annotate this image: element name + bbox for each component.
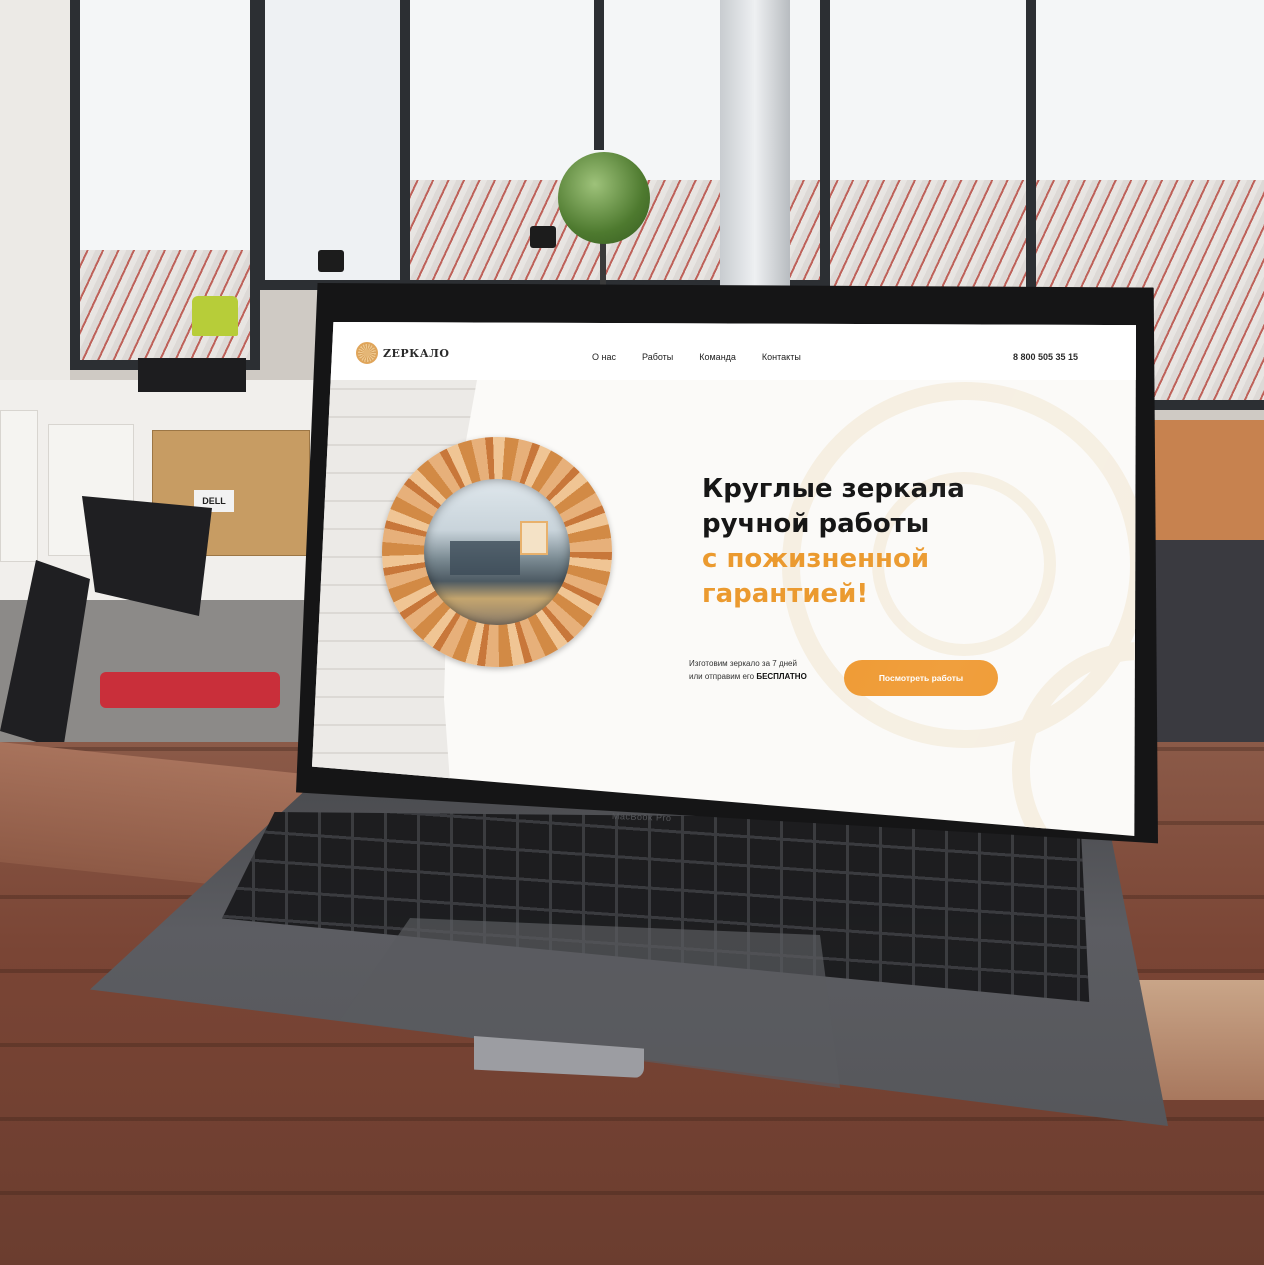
window-center-left	[255, 0, 415, 290]
nav-works[interactable]: Работы	[642, 352, 673, 362]
subtitle-free: БЕСПЛАТНО	[756, 672, 807, 681]
site-header: ZЕРКАЛО О нас Работы Команда Контакты 8 …	[312, 322, 1136, 380]
logo-mirror-icon	[356, 342, 378, 364]
lamp-icon	[318, 250, 344, 272]
hero-title: Круглые зеркала ручной работы с пожизнен…	[702, 472, 965, 612]
nav-contacts[interactable]: Контакты	[762, 352, 801, 362]
column	[720, 0, 790, 300]
hero-title-line-1: Круглые зеркала	[702, 474, 965, 504]
monitor	[138, 358, 246, 392]
view-works-button[interactable]: Посмотреть работы	[844, 660, 998, 696]
subtitle-line-2: или отправим его	[689, 672, 755, 681]
laptop-brand-label: MacBook Pro	[611, 810, 672, 824]
phone-number[interactable]: 8 800 505 35 15	[1013, 352, 1078, 362]
hero-title-line-2: ручной работы	[702, 509, 930, 539]
nav-about[interactable]: О нас	[592, 352, 616, 362]
hero-title-line-3: с пожизненной	[702, 544, 930, 574]
green-chair	[192, 296, 238, 336]
mirror-reflection	[424, 479, 570, 625]
hero-title-line-4: гарантией!	[702, 579, 869, 609]
website: ZЕРКАЛО О нас Работы Команда Контакты 8 …	[312, 322, 1136, 836]
laptop-screen: ZЕРКАЛО О нас Работы Команда Контакты 8 …	[312, 322, 1136, 836]
logo-text: ZЕРКАЛО	[383, 346, 450, 360]
logo[interactable]: ZЕРКАЛО	[356, 342, 449, 364]
hero-subtitle: Изготовим зеркало за 7 дней или отправим…	[689, 657, 807, 683]
chair-seat	[100, 672, 280, 708]
subtitle-line-1: Изготовим зеркало за 7 дней	[689, 659, 797, 668]
main-nav: О нас Работы Команда Контакты	[592, 352, 801, 362]
topiary-plant	[558, 152, 650, 244]
nav-team[interactable]: Команда	[699, 352, 736, 362]
lamp-icon	[530, 226, 556, 248]
wall	[0, 0, 70, 420]
